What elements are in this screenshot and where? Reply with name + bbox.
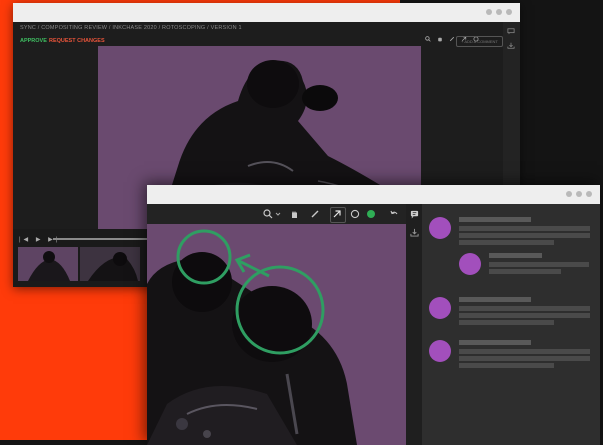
undo-icon[interactable] [389, 209, 399, 219]
back-window-titlebar [13, 3, 520, 22]
circle-icon[interactable] [350, 209, 360, 219]
window-controls[interactable] [566, 191, 592, 197]
comment-text-placeholder [459, 349, 590, 354]
right-icon-rail [406, 204, 422, 445]
comment-author-placeholder [459, 297, 531, 302]
hand-icon[interactable] [289, 209, 299, 219]
add-comment-button[interactable]: + ADD A COMMENT [456, 36, 503, 47]
arrow-icon[interactable] [332, 209, 342, 219]
comment-text-placeholder [459, 363, 554, 368]
comment-text-placeholder [459, 226, 590, 231]
avatar [429, 297, 451, 319]
comment-text-placeholder [459, 240, 554, 245]
pen-icon[interactable] [449, 36, 455, 42]
comment-text-placeholder [459, 320, 554, 325]
comment-text-placeholder [489, 262, 589, 267]
comment-text-placeholder [489, 269, 561, 274]
window-controls[interactable] [486, 9, 512, 15]
avatar [459, 253, 481, 275]
comment-author-placeholder [459, 340, 531, 345]
thumbnail-1[interactable] [18, 247, 78, 281]
comment-icon[interactable] [507, 28, 515, 35]
comment-icon[interactable] [410, 210, 419, 219]
comment-text-placeholder [459, 356, 590, 361]
download-icon[interactable] [507, 42, 515, 49]
front-video-frame[interactable] [147, 224, 406, 445]
pen-icon[interactable] [310, 209, 320, 219]
scrubber[interactable] [53, 238, 148, 240]
comment-author-placeholder [459, 217, 531, 222]
comment-text-placeholder [459, 313, 590, 318]
motorcycle-closeup-image [147, 229, 357, 445]
comment-text-placeholder [459, 306, 590, 311]
download-icon[interactable] [410, 228, 419, 237]
comment-author-placeholder [489, 253, 542, 258]
approve-button[interactable]: APPROVE [20, 38, 47, 44]
front-review-window [147, 185, 600, 445]
request-changes-button[interactable]: REQUEST CHANGES [49, 38, 105, 44]
front-window-titlebar [147, 185, 600, 204]
color-dot-icon[interactable] [366, 209, 376, 219]
thumbnail-2[interactable] [80, 247, 140, 281]
comments-panel [422, 204, 600, 445]
avatar [429, 340, 451, 362]
breadcrumb[interactable]: SYNC / COMPOSITING REVIEW / INKCHASE 202… [20, 25, 242, 31]
chevron-down-icon[interactable] [275, 209, 281, 219]
comment-text-placeholder [459, 233, 590, 238]
annotation-toolbar [147, 204, 406, 224]
zoom-icon[interactable] [425, 36, 431, 42]
hand-icon[interactable] [437, 36, 443, 42]
avatar [429, 217, 451, 239]
zoom-icon[interactable] [263, 209, 273, 219]
